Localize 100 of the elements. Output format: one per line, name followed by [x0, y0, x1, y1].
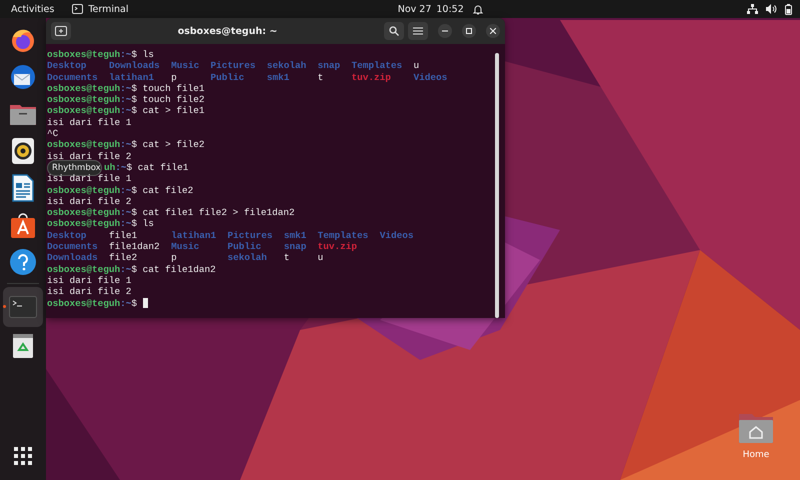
file-name: Videos [414, 72, 448, 83]
prompt-command: cat file1 [138, 162, 188, 174]
window-title: osboxes@teguh: ~ [176, 26, 278, 36]
file-name: u [318, 252, 324, 264]
prompt-command: cat file1 file2 > file1dan2 [142, 207, 295, 218]
text-cursor [142, 298, 148, 308]
new-tab-button[interactable] [51, 22, 71, 40]
document-icon [12, 174, 34, 202]
menu-icon [413, 27, 423, 35]
fox-globe-icon [10, 27, 36, 53]
file-name: sekolah [266, 60, 308, 72]
file-name: t [318, 72, 324, 83]
file-name: file1 [109, 230, 138, 242]
shopping-bag-icon [10, 211, 36, 239]
file-name: tuv.zip [352, 72, 392, 83]
minimize-icon [442, 30, 448, 32]
prompt-path: :~ [120, 139, 132, 151]
running-indicator [3, 305, 6, 308]
new-tab-icon [55, 26, 67, 36]
prompt-path: :~ [115, 162, 127, 174]
prompt-path: :~ [120, 94, 132, 106]
prompt-symbol: $ [131, 82, 138, 94]
prompt-path: :~ [120, 264, 132, 275]
prompt-symbol: $ [131, 207, 138, 218]
home-folder-icon [738, 412, 774, 444]
file-name: u [414, 60, 420, 72]
search-button[interactable] [384, 22, 404, 40]
file-name: Desktop [47, 230, 88, 242]
file-name: Music [171, 60, 200, 72]
file-name: file2 [109, 252, 138, 264]
minimize-button[interactable] [438, 24, 452, 38]
file-name: snap [318, 60, 342, 72]
file-name: Documents [47, 241, 99, 252]
recycle-bin-icon [12, 333, 34, 359]
prompt-command: ls [142, 218, 154, 230]
prompt-symbol: $ [131, 298, 138, 309]
alarm-icon [472, 4, 483, 14]
search-icon [389, 26, 399, 36]
prompt-user: osboxes@teguh [47, 105, 120, 117]
battery-icon [784, 4, 792, 14]
prompt-user: osboxes@teguh [47, 264, 120, 275]
prompt-user: uh [104, 162, 116, 174]
file-name: Downloads [109, 60, 161, 72]
grid-icon [14, 447, 32, 465]
file-name: file1dan2 [109, 241, 161, 252]
prompt-command: touch file2 [142, 94, 205, 106]
prompt-symbol: $ [126, 162, 132, 174]
prompt-path: :~ [120, 105, 132, 117]
maximize-button[interactable] [462, 24, 476, 38]
menu-button[interactable] [408, 22, 428, 40]
output-text: isi dari file 1 [47, 173, 132, 185]
file-name: snap [284, 241, 308, 252]
prompt-user: osboxes@teguh [47, 298, 120, 309]
output-text: isi dari file 2 [47, 196, 132, 208]
help-icon [9, 248, 37, 276]
output-text: isi dari file 1 [47, 274, 132, 286]
prompt-path: :~ [120, 298, 132, 309]
file-name: Documents [47, 72, 99, 83]
file-name: t [284, 252, 290, 264]
prompt-user: osboxes@teguh [47, 82, 120, 94]
clock-button[interactable]: Nov 27 10:52 [392, 1, 488, 17]
file-name: Public [210, 72, 246, 83]
file-name: Desktop [47, 60, 88, 72]
output-text: isi dari file 1 [47, 116, 132, 128]
file-name: p [171, 252, 178, 264]
mail-icon [9, 64, 37, 90]
network-icon [746, 4, 758, 14]
folder-icon [9, 102, 37, 126]
file-name: latihan1 [171, 230, 218, 242]
file-name: Pictures [210, 60, 257, 72]
app-menu-button[interactable]: Terminal [67, 1, 134, 17]
file-name: Videos [380, 230, 414, 242]
prompt-command: cat > file2 [142, 139, 205, 151]
output-text: ^C [47, 128, 58, 140]
prompt-user: osboxes@teguh [47, 139, 120, 151]
prompt-symbol: $ [131, 218, 138, 230]
output-text: isi dari file 2 [47, 150, 132, 162]
output-text: isi dari file 2 [47, 286, 132, 298]
prompt-command: cat > file1 [142, 105, 205, 117]
prompt-command: cat file1dan2 [142, 264, 216, 275]
prompt-command: cat file2 [142, 184, 194, 196]
close-button[interactable] [486, 24, 500, 38]
close-icon [490, 28, 496, 34]
prompt-symbol: $ [131, 184, 138, 196]
activities-button[interactable]: Activities [6, 1, 60, 17]
prompt-symbol: $ [131, 139, 138, 151]
prompt-path: :~ [120, 82, 132, 94]
scrollbar-thumb[interactable] [495, 53, 499, 318]
prompt-path: :~ [120, 184, 132, 196]
file-name: Public [227, 241, 262, 252]
file-name: p [171, 72, 177, 83]
terminal-icon [9, 296, 37, 318]
prompt-user: osboxes@teguh [47, 218, 120, 230]
file-name: Music [171, 241, 200, 252]
prompt-symbol: $ [131, 264, 138, 275]
speaker-icon [11, 137, 35, 165]
file-name: tuv.zip [318, 241, 358, 252]
terminal-icon [72, 4, 84, 14]
file-name: smk1 [266, 72, 290, 83]
prompt-path: :~ [120, 218, 132, 230]
